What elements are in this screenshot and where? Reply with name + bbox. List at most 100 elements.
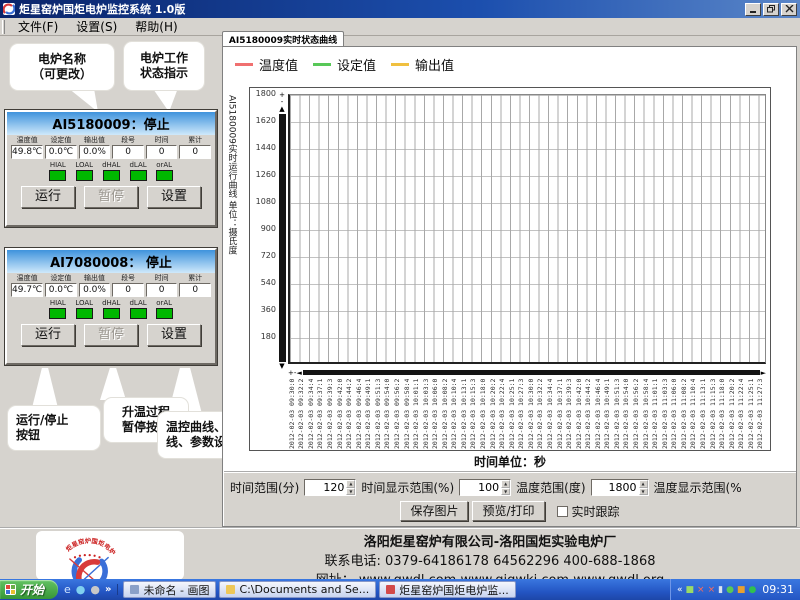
save-image-button[interactable]: 保存图片: [400, 501, 468, 521]
x-tick-label: 2012-02-03 10:06:00: [431, 379, 439, 449]
close-button[interactable]: [781, 3, 797, 16]
pause-button[interactable]: 暂停: [84, 186, 138, 208]
spin-up-icon[interactable]: ▲: [346, 480, 355, 488]
vertical-zoom-slider[interactable]: + - ▲ ▼: [277, 92, 287, 370]
horizontal-zoom-slider[interactable]: + - ◄ ►: [288, 368, 766, 377]
alarm-label: HIAL: [49, 161, 66, 169]
chevron-more-icon[interactable]: »: [105, 584, 111, 595]
x-tick-label: 2012-02-03 10:39:36: [565, 379, 573, 449]
logo-red-swirl-icon: [79, 562, 98, 580]
x-tick: 2012-02-03 10:49:12: [604, 379, 614, 449]
spin-up-icon[interactable]: ▲: [501, 480, 510, 488]
start-button[interactable]: 开始: [0, 580, 58, 599]
contact-phone: 联系电话: 0379-64186178 64562296 400-688-186…: [190, 550, 790, 569]
callout-furnace-name: 电炉名称 （可更改）: [10, 44, 114, 90]
y-tick-label: 1620: [251, 117, 276, 125]
scroll-left-icon[interactable]: ◄: [296, 369, 301, 377]
spin-down-icon[interactable]: ▼: [346, 488, 355, 496]
furnace-2-title[interactable]: AI7080008： 停止: [7, 250, 215, 273]
x-tick: 2012-02-03 10:34:48: [546, 379, 556, 449]
x-tick-label: 2012-02-03 11:25:12: [747, 379, 755, 449]
minimize-button[interactable]: [745, 3, 761, 16]
time-display-spinner[interactable]: 100 ▲ ▼: [459, 479, 511, 496]
tab-realtime-curve[interactable]: AI5180009实时状态曲线: [222, 31, 344, 46]
x-tick: 2012-02-03 11:18:00: [718, 379, 728, 449]
temp-range-spinner[interactable]: 1800 ▲ ▼: [591, 479, 649, 496]
x-tick: 2012-02-03 11:27:36: [757, 379, 766, 449]
task-label: 未命名 - 画图: [143, 582, 209, 598]
horizontal-slider-thumb[interactable]: [303, 370, 760, 375]
tray-icon[interactable]: ●: [726, 585, 734, 595]
task-button[interactable]: 未命名 - 画图: [123, 581, 216, 598]
tray-icon[interactable]: ×: [697, 585, 705, 595]
task-button[interactable]: 炬星窑炉国炬电炉监...: [379, 581, 516, 598]
tray-icon[interactable]: ▮: [718, 585, 723, 595]
x-tick-label: 2012-02-03 10:25:12: [508, 379, 516, 449]
tray-icon[interactable]: ■: [737, 585, 746, 595]
time-range-spinner[interactable]: 120 ▲ ▼: [304, 479, 356, 496]
field-value: 49.8℃: [11, 145, 43, 159]
menu-item[interactable]: 帮助(H): [126, 17, 186, 36]
spin-down-icon[interactable]: ▼: [501, 488, 510, 496]
alarm-indicator: HIAL: [49, 299, 66, 319]
menu-item[interactable]: 设置(S): [67, 17, 126, 36]
scroll-up-icon[interactable]: ▲: [279, 106, 284, 113]
field-value: 49.7℃: [11, 283, 43, 297]
chart-controls-strip: 时间范围(分) 120 ▲ ▼ 时间显示范围(%) 100 ▲ ▼ 温度: [224, 471, 796, 526]
x-axis-ticks: 2012-02-03 09:30:00 2012-02-03 09:32:24 …: [288, 379, 766, 449]
x-tick-label: 2012-02-03 11:10:48: [689, 379, 697, 449]
x-tick: 2012-02-03 10:10:48: [451, 379, 461, 449]
restore-button[interactable]: [763, 3, 779, 16]
furnace-2-fields: 温度值 49.7℃ 设定值 0.0℃ 输出值 0.0% 段号 0: [7, 273, 215, 297]
time-range-value[interactable]: 120: [305, 480, 346, 495]
quick-launch-icon[interactable]: ●: [90, 584, 100, 595]
pause-button[interactable]: 暂停: [84, 324, 138, 346]
alarm-label: dHAL: [102, 299, 120, 307]
tray-icon[interactable]: ×: [708, 585, 716, 595]
quick-launch-icon[interactable]: e: [64, 584, 71, 595]
tray-icon[interactable]: ■: [686, 585, 695, 595]
x-tick: 2012-02-03 11:20:24: [728, 379, 738, 449]
menubar-grip: [2, 20, 5, 34]
taskbar: 开始 e ● ● » 未命名 - 画图 C:\Documents and Se: [0, 579, 800, 600]
alarm-lamp-icon: [130, 170, 147, 181]
alarm-indicator: dHAL: [102, 161, 120, 181]
spin-up-icon[interactable]: ▲: [639, 480, 648, 488]
field-value: 0: [179, 283, 211, 297]
x-tick: 2012-02-03 10:06:00: [431, 379, 441, 449]
time-display-value[interactable]: 100: [460, 480, 501, 495]
quick-launch-icon[interactable]: ●: [76, 584, 86, 595]
callout-tail: [32, 368, 58, 408]
furnace-1-title[interactable]: AI5180009：停止: [7, 112, 215, 135]
x-tick-label: 2012-02-03 10:42:00: [575, 379, 583, 449]
realtime-track-checkbox[interactable]: [557, 506, 568, 517]
svg-text:炬星窑炉国炬电炉: 炬星窑炉国炬电炉: [64, 536, 118, 557]
field-label: 段号: [112, 136, 144, 145]
preview-print-button[interactable]: 预览/打印: [472, 501, 544, 521]
app-icon: [3, 3, 15, 15]
screen: 炬星窑炉国炬电炉监控系统 1.0版 文件(F) 设置(S) 帮助(H) 电炉名称…: [0, 0, 800, 600]
x-tick: 2012-02-03 09:49:12: [365, 379, 375, 449]
furnace-2-buttons: 运行 暂停 设置: [7, 319, 215, 346]
field-label: 累计: [179, 274, 211, 283]
run-button[interactable]: 运行: [21, 324, 75, 346]
y-tick-label: 1260: [251, 171, 276, 179]
run-button[interactable]: 运行: [21, 186, 75, 208]
tray-icon[interactable]: ●: [748, 585, 756, 595]
settings-button[interactable]: 设置: [147, 324, 201, 346]
settings-button[interactable]: 设置: [147, 186, 201, 208]
temp-range-value[interactable]: 1800: [592, 480, 639, 495]
furnace-field: 温度值 49.7℃: [11, 274, 43, 297]
task-button[interactable]: C:\Documents and Se...: [219, 581, 376, 598]
alarm-indicator: HIAL: [49, 161, 66, 181]
menu-item[interactable]: 文件(F): [9, 17, 67, 36]
tray-chevron-icon[interactable]: «: [677, 585, 683, 595]
vertical-slider-thumb[interactable]: [279, 114, 286, 362]
x-tick-label: 2012-02-03 10:37:12: [556, 379, 564, 449]
furnace-1-alarms: HIAL LOAL dHAL dLAL: [7, 161, 215, 181]
spin-down-icon[interactable]: ▼: [639, 488, 648, 496]
field-label: 累计: [179, 136, 211, 145]
scroll-down-icon[interactable]: ▼: [279, 363, 284, 370]
scroll-right-icon[interactable]: ►: [761, 369, 766, 377]
furnace-field: 累计 0: [179, 274, 211, 297]
